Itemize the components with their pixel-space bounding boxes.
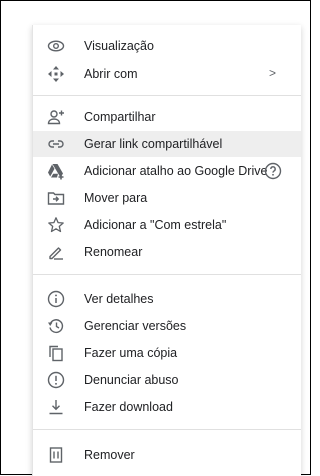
menu-item-preview[interactable]: Visualização [33,33,301,59]
menu-item-move-to[interactable]: Mover para [33,185,301,211]
star-outline-icon [47,216,65,234]
download-icon [47,398,65,416]
menu-item-add-star[interactable]: Adicionar a "Com estrela" [33,212,301,238]
trash-icon [47,446,65,464]
menu-item-label: Abrir com [84,67,138,81]
screenshot-frame: Visualização Abrir com > Compartilhar Ge… [0,0,311,476]
drive-shortcut-icon [47,162,65,180]
menu-item-label: Adicionar a "Com estrela" [84,218,227,232]
report-icon [47,371,65,389]
menu-item-label: Ver detalhes [84,292,154,306]
menu-item-label: Visualização [84,39,154,53]
menu-item-label: Remover [84,448,135,462]
context-menu: Visualização Abrir com > Compartilhar Ge… [32,25,301,476]
chevron-right-icon: > [269,66,277,80]
menu-item-manage-versions[interactable]: Gerenciar versões [33,313,301,339]
menu-divider [33,95,301,96]
menu-item-make-copy[interactable]: Fazer uma cópia [33,340,301,366]
history-icon [47,317,65,335]
menu-item-view-details[interactable]: Ver detalhes [33,286,301,312]
help-icon[interactable] [264,162,282,180]
menu-divider [33,429,301,430]
menu-item-report-abuse[interactable]: Denunciar abuso [33,367,301,393]
eye-icon [47,37,65,55]
menu-item-add-shortcut[interactable]: Adicionar atalho ao Google Drive [33,158,301,184]
menu-item-share[interactable]: Compartilhar [33,104,301,130]
menu-item-download[interactable]: Fazer download [33,394,301,420]
move-arrows-icon [47,65,65,83]
menu-item-remove[interactable]: Remover [33,442,301,468]
menu-item-label: Renomear [84,245,143,259]
move-to-folder-icon [47,189,65,207]
menu-item-label: Adicionar atalho ao Google Drive [84,164,268,178]
copy-icon [47,344,65,362]
menu-item-label: Fazer download [84,400,173,414]
pencil-icon [47,243,65,261]
menu-item-open-with[interactable]: Abrir com > [33,61,301,87]
menu-item-label: Gerar link compartilhável [84,137,223,151]
menu-item-rename[interactable]: Renomear [33,239,301,265]
menu-item-get-link[interactable]: Gerar link compartilhável [33,131,301,157]
menu-item-label: Denunciar abuso [84,373,179,387]
add-person-icon [47,108,65,126]
menu-item-label: Mover para [84,191,148,205]
menu-item-label: Fazer uma cópia [84,346,178,360]
menu-item-label: Gerenciar versões [84,319,187,333]
link-icon [47,135,65,153]
menu-item-label: Compartilhar [84,110,156,124]
info-icon [47,290,65,308]
menu-divider [33,274,301,275]
